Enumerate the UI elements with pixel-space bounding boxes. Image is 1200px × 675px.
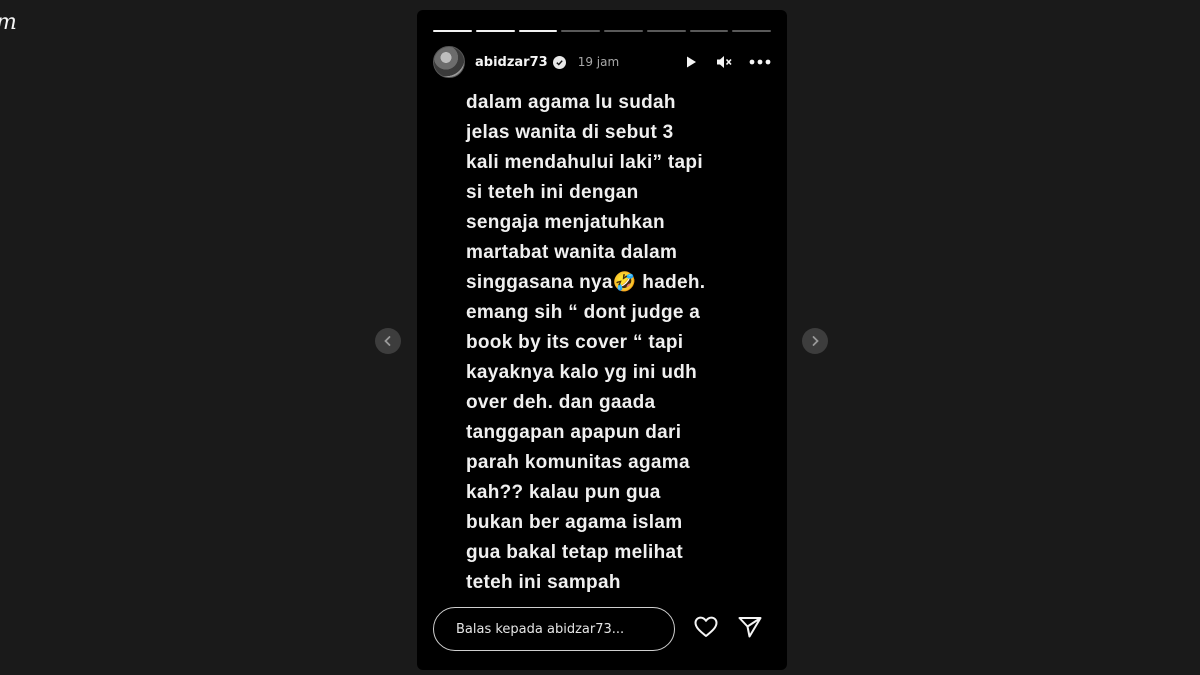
progress-segment [646, 30, 686, 32]
more-options-button[interactable] [749, 59, 771, 65]
story-text-line: parah komunitas agama [466, 452, 690, 473]
mute-button[interactable] [715, 54, 733, 70]
story-progress-bar [433, 30, 771, 32]
previous-story-button[interactable] [375, 328, 401, 354]
more-icon [749, 59, 771, 65]
instagram-logo-fragment[interactable]: m [0, 10, 17, 35]
progress-segment [433, 30, 472, 32]
story-text: dalam agama lu sudah jelas wanita di sebu… [466, 88, 766, 598]
username[interactable]: abidzar73 [475, 55, 548, 70]
story-text-line: jelas wanita di sebut 3 [466, 122, 674, 143]
progress-segment [604, 30, 643, 32]
story-text-line: teteh ini sampah [466, 572, 621, 593]
play-button[interactable] [683, 54, 699, 70]
story-text-line: kali mendahului laki” tapi [466, 152, 703, 173]
story-viewer[interactable]: abidzar73 19 jam dalam agama lu sudah je… [417, 10, 787, 670]
story-footer: Balas kepada abidzar73... [433, 606, 771, 652]
chevron-right-icon [812, 336, 819, 346]
chevron-left-icon [384, 336, 391, 346]
next-story-button[interactable] [802, 328, 828, 354]
story-text-line: si teteh ini dengan [466, 182, 639, 203]
story-text-line: singgasana nya🤣 hadeh. [466, 272, 706, 293]
story-timestamp: 19 jam [577, 55, 620, 69]
story-header: abidzar73 19 jam [433, 46, 771, 78]
story-text-line: bukan ber agama islam [466, 512, 683, 533]
story-text-line: tanggapan apapun dari [466, 422, 682, 443]
story-text-line: emang sih “ dont judge a [466, 302, 701, 323]
story-text-line: kah?? kalau pun gua [466, 482, 661, 503]
story-text-line: sengaja menjatuhkan [466, 212, 665, 233]
progress-segment [475, 30, 515, 32]
reply-input[interactable]: Balas kepada abidzar73... [433, 607, 675, 651]
story-text-line: martabat wanita dalam [466, 242, 678, 263]
story-text-line: book by its cover “ tapi [466, 332, 684, 353]
play-icon [687, 56, 696, 68]
progress-segment [732, 30, 771, 32]
story-text-line: kayaknya kalo yg ini udh [466, 362, 698, 383]
verified-badge-icon [552, 55, 566, 69]
send-icon [738, 617, 762, 638]
story-text-line: dalam agama lu sudah [466, 92, 676, 113]
progress-segment [518, 30, 558, 32]
story-text-line: over deh. dan gaada [466, 392, 656, 413]
mute-icon [717, 56, 732, 68]
share-button[interactable] [737, 615, 763, 643]
progress-segment [689, 30, 729, 32]
story-text-line: gua bakal tetap melihat [466, 542, 684, 563]
like-button[interactable] [693, 615, 719, 643]
heart-icon [694, 616, 718, 637]
avatar[interactable] [433, 46, 465, 78]
progress-segment [561, 30, 600, 32]
